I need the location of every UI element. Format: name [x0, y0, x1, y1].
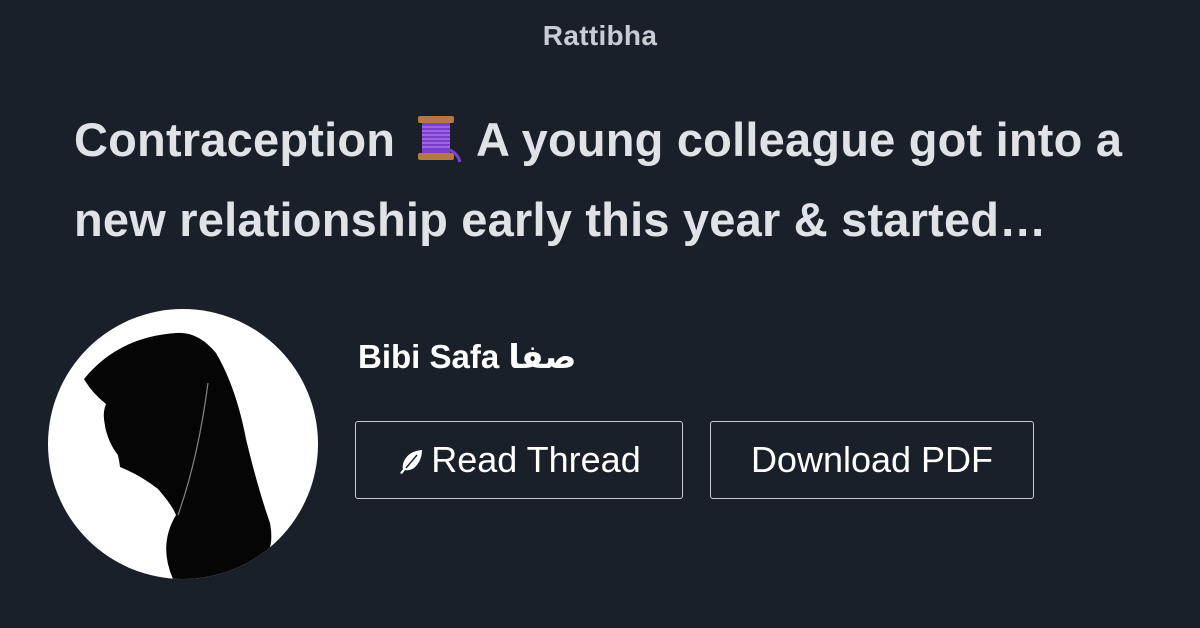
download-pdf-button[interactable]: Download PDF: [710, 421, 1034, 499]
thread-spool-icon: [410, 112, 462, 184]
feather-icon: [397, 442, 425, 484]
read-thread-label: Read Thread: [431, 439, 641, 480]
hijab-silhouette-icon: [84, 332, 272, 579]
author-avatar: [48, 309, 318, 579]
site-brand[interactable]: Rattibha: [0, 20, 1200, 52]
thread-title-start: Contraception: [74, 113, 396, 166]
author-name[interactable]: Bibi Safa صفا: [358, 337, 576, 376]
thread-title: Contraception A young colleague got into…: [74, 104, 1154, 256]
read-thread-button[interactable]: Read Thread: [355, 421, 683, 499]
download-pdf-label: Download PDF: [750, 439, 994, 480]
